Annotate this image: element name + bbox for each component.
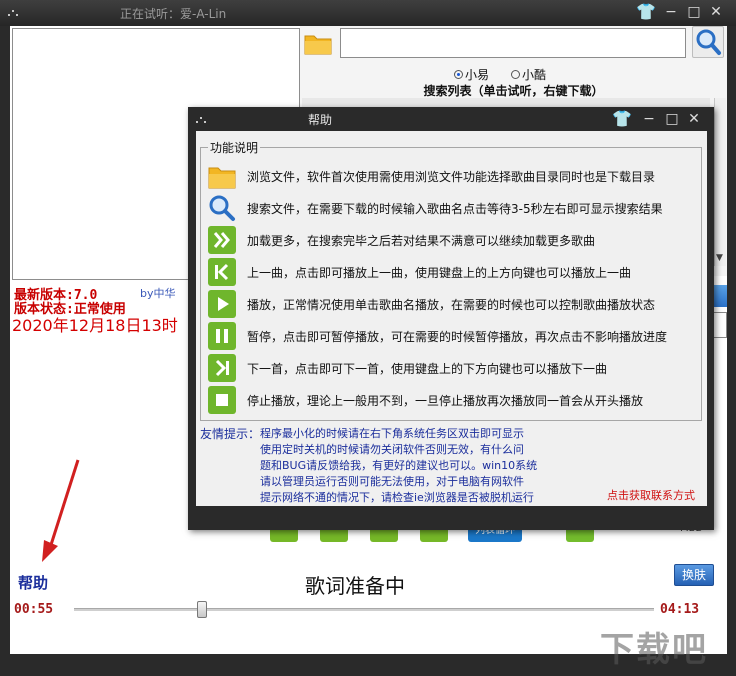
previous-icon — [207, 258, 237, 286]
tip-line: 使用定时关机的时候请勿关闭软件否则无效，有什么问 — [260, 443, 524, 456]
feature-row-pause: 暂停，点击即可暂停播放，可在需要的时候暂停播放，再次点击不影响播放进度 — [207, 320, 667, 352]
radio-unchecked-icon — [511, 70, 521, 79]
side-input-box[interactable] — [712, 312, 727, 338]
search-icon — [696, 29, 721, 55]
folder-icon — [207, 162, 237, 190]
progress-track[interactable] — [74, 608, 654, 611]
window-title: 正在试听：爱-A-Lin — [120, 7, 227, 21]
dialog-menu-icon[interactable] — [196, 115, 210, 125]
search-list-title: 搜索列表（单击试听，右键下载） — [423, 84, 604, 98]
search-list-scrollbar[interactable] — [714, 98, 726, 266]
scroll-down-icon[interactable]: ▼ — [716, 253, 723, 263]
stop-icon — [207, 386, 237, 414]
feature-row-previous: 上一曲，点击即可播放上一曲，使用键盘上的上方向键也可以播放上一曲 — [207, 256, 631, 288]
help-dialog-body: 浏览文件，软件首次使用需使用浏览文件功能选择歌曲目录同时也是下载目录 搜索文件，… — [196, 131, 707, 506]
skin-button[interactable]: 换肤 — [674, 564, 714, 586]
radio-source-1[interactable]: 小易 — [454, 66, 489, 83]
search-button[interactable] — [692, 26, 724, 58]
help-link[interactable]: 帮助 — [18, 572, 48, 593]
elapsed-time: 00:55 — [14, 602, 54, 617]
next-icon — [207, 354, 237, 382]
maximize-icon[interactable]: □ — [685, 3, 703, 21]
side-blue-button[interactable] — [712, 285, 727, 307]
load-more-icon — [207, 226, 237, 254]
feature-group: 浏览文件，软件首次使用需使用浏览文件功能选择歌曲目录同时也是下载目录 搜索文件，… — [200, 147, 702, 421]
window-frame-left — [0, 26, 10, 654]
radio-checked-icon — [454, 70, 463, 79]
close-icon[interactable]: ✕ — [707, 3, 725, 21]
tip-line: 题和BUG请反馈给我，有更好的建议也可以。win10系统 — [260, 459, 538, 472]
feature-row-load-more: 加载更多，在搜索完毕之后若对结果不满意可以继续加载更多歌曲 — [207, 224, 595, 256]
search-input[interactable] — [340, 28, 686, 58]
contact-link[interactable]: 点击获取联系方式 — [607, 487, 695, 503]
source-radio-group: 小易 小酷 — [454, 66, 546, 83]
folder-icon — [304, 35, 332, 55]
main-title-bar[interactable]: 正在试听：爱-A-Lin 👕 − □ ✕ — [0, 0, 736, 26]
progress-thumb[interactable] — [196, 601, 207, 618]
play-icon — [207, 290, 237, 318]
app-menu-icon[interactable] — [8, 8, 22, 18]
dialog-close-icon[interactable]: ✕ — [685, 110, 703, 128]
tip-line: 程序最小化的时候请在右下角系统任务区双击即可显示 — [260, 427, 524, 440]
date-text: 2020年12月18日13时 — [12, 316, 178, 335]
lyrics-status: 歌词准备中 — [305, 574, 405, 598]
dialog-maximize-icon[interactable]: □ — [663, 110, 681, 128]
help-dialog-title-bar[interactable]: 帮助 👕 − □ ✕ — [188, 107, 714, 131]
feature-group-legend: 功能说明 — [208, 139, 261, 156]
skin-shirt-icon[interactable]: 👕 — [636, 3, 656, 21]
dialog-minimize-icon[interactable]: − — [640, 110, 658, 128]
minimize-icon[interactable]: − — [662, 3, 680, 21]
tip-line: 提示网络不通的情况下，请检查ie浏览器是否被脱机运行 — [260, 491, 534, 504]
watermark: 下载吧 — [600, 630, 708, 670]
feature-row-next: 下一首，点击即可下一首，使用键盘上的下方向键也可以播放下一曲 — [207, 352, 607, 384]
feature-row-search: 搜索文件，在需要下载的时候输入歌曲名点击等待3-5秒左右即可显示搜索结果 — [207, 192, 663, 224]
search-icon — [207, 194, 237, 222]
pause-icon — [207, 322, 237, 350]
feature-row-play: 播放，正常情况使用单击歌曲名播放，在需要的时候也可以控制歌曲播放状态 — [207, 288, 655, 320]
help-dialog-title: 帮助 — [308, 113, 333, 127]
window-frame-right — [727, 26, 736, 654]
radio-source-2[interactable]: 小酷 — [511, 66, 546, 83]
feature-row-stop: 停止播放，理论上一般用不到，一旦停止播放再次播放同一首会从开头播放 — [207, 384, 643, 416]
help-dialog: 帮助 👕 − □ ✕ 浏览文件，软件首次使用需使用浏览文件功能选择歌曲目录同时也… — [188, 107, 714, 530]
author-text: by中华 — [140, 287, 176, 300]
browse-folder-button[interactable] — [303, 30, 333, 56]
tip-line: 请以管理员运行否则可能无法使用，对于电脑有网软件 — [260, 475, 524, 488]
feature-row-browse: 浏览文件，软件首次使用需使用浏览文件功能选择歌曲目录同时也是下载目录 — [207, 160, 655, 192]
tips-label: 友情提示： — [200, 427, 261, 441]
dialog-skin-shirt-icon[interactable]: 👕 — [612, 110, 632, 128]
total-time: 04:13 — [660, 602, 700, 617]
red-arrow-annotation — [42, 459, 80, 562]
